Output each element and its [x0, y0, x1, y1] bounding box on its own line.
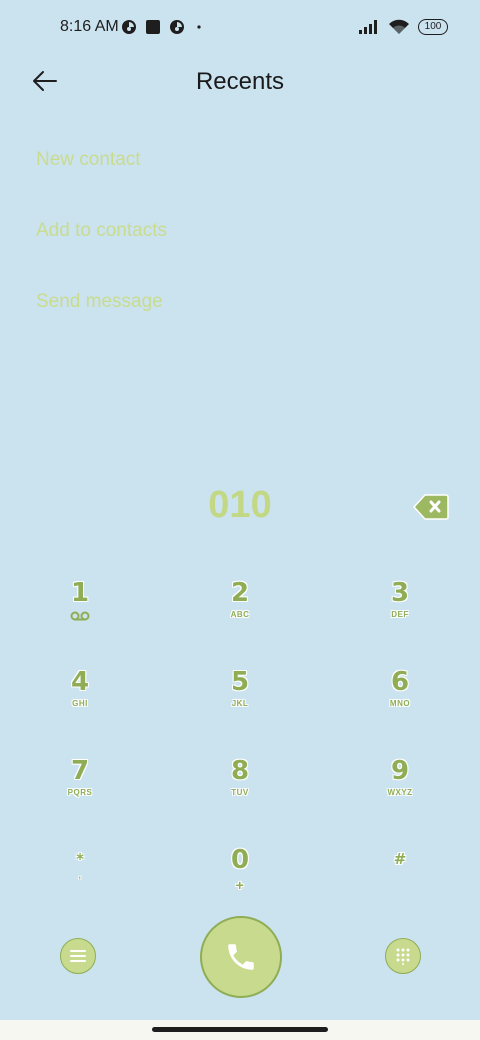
key-8[interactable]: 8 TUV	[160, 748, 320, 837]
key-6[interactable]: 6 MNO	[320, 659, 480, 748]
keypad: 1 2 ABC 3 DEF 4 GHI 5 JKL 6 MNO 7 PQRS 8…	[0, 570, 480, 910]
key-1[interactable]: 1	[0, 570, 160, 659]
stop-square-icon	[146, 20, 160, 34]
key-hash[interactable]: #	[320, 837, 480, 926]
key-digit: *	[76, 850, 84, 868]
battery-icon: 100	[418, 19, 448, 35]
phone-icon	[228, 944, 254, 970]
call-button[interactable]	[200, 916, 282, 998]
key-5[interactable]: 5 JKL	[160, 659, 320, 748]
menu-button[interactable]	[60, 938, 96, 974]
key-digit: 2	[230, 578, 250, 608]
key-letters: DEF	[391, 610, 409, 619]
battery-level: 100	[424, 21, 442, 32]
dialpad-icon	[396, 948, 410, 965]
key-digit: 9	[390, 756, 410, 786]
wifi-icon	[389, 19, 409, 34]
key-letters: JKL	[231, 699, 249, 708]
key-letters: +	[235, 877, 245, 893]
key-letters: ,	[78, 871, 82, 880]
key-letters: TUV	[231, 788, 249, 797]
status-bar: 8:16 AM 100	[0, 0, 480, 56]
navigation-bar	[0, 1020, 480, 1040]
new-contact-link[interactable]: New contact	[36, 140, 167, 211]
key-letters: ABC	[230, 610, 250, 619]
key-letters: MNO	[389, 699, 411, 708]
key-letters: GHI	[72, 699, 88, 708]
key-digit: 1	[70, 578, 90, 608]
key-letters: WXYZ	[387, 788, 413, 797]
notification-app-icon	[170, 20, 184, 34]
backspace-button[interactable]	[412, 492, 450, 522]
key-digit: #	[393, 850, 407, 868]
key-2[interactable]: 2 ABC	[160, 570, 320, 659]
key-3[interactable]: 3 DEF	[320, 570, 480, 659]
backspace-icon	[413, 494, 449, 520]
key-letters: PQRS	[67, 788, 93, 797]
key-0[interactable]: 0 +	[160, 837, 320, 926]
signal-icon	[359, 20, 377, 34]
status-icons-left	[121, 19, 205, 35]
dialed-number: 010	[208, 484, 272, 526]
notification-app-icon	[122, 20, 136, 34]
key-star[interactable]: * ,	[0, 837, 160, 926]
add-to-contacts-link[interactable]: Add to contacts	[36, 211, 167, 282]
home-indicator[interactable]	[152, 1027, 328, 1032]
key-digit: 6	[390, 667, 410, 697]
menu-icon	[70, 950, 86, 962]
more-dot-icon	[197, 25, 201, 29]
key-digit: 4	[70, 667, 90, 697]
bottom-actions	[0, 914, 480, 998]
key-digit: 5	[230, 667, 250, 697]
page-title: Recents	[195, 68, 285, 95]
status-time: 8:16 AM	[60, 18, 119, 35]
key-7[interactable]: 7 PQRS	[0, 748, 160, 837]
key-4[interactable]: 4 GHI	[0, 659, 160, 748]
voicemail-icon	[70, 611, 90, 621]
key-digit: 0	[230, 845, 250, 875]
key-digit: 7	[70, 756, 90, 786]
key-9[interactable]: 9 WXYZ	[320, 748, 480, 837]
key-digit: 8	[230, 756, 250, 786]
send-message-link[interactable]: Send message	[36, 282, 167, 353]
top-bar: Recents	[0, 56, 480, 108]
key-digit: 3	[390, 578, 410, 608]
action-list: New contact Add to contacts Send message	[36, 140, 167, 353]
status-icons-right: 100	[358, 19, 448, 35]
dialpad-toggle-button[interactable]	[385, 938, 421, 974]
